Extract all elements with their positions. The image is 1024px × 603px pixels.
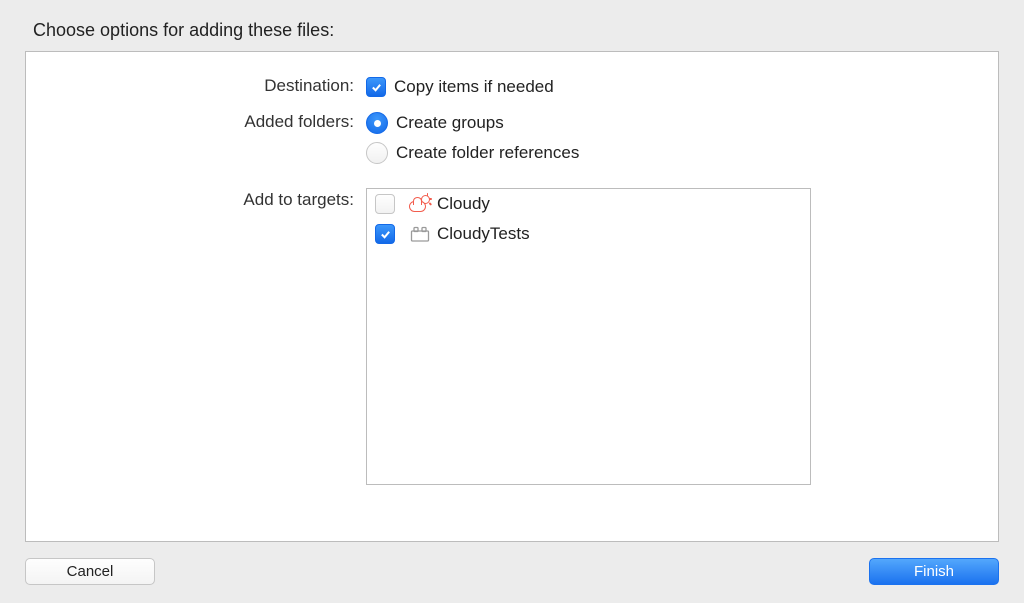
finish-button[interactable]: Finish bbox=[869, 558, 999, 585]
target-checkbox[interactable] bbox=[375, 194, 395, 214]
create-folder-references-label: Create folder references bbox=[396, 143, 579, 163]
add-to-targets-label: Add to targets: bbox=[46, 188, 366, 210]
create-groups-radio[interactable] bbox=[366, 112, 388, 134]
copy-items-checkbox[interactable] bbox=[366, 77, 386, 97]
target-name: Cloudy bbox=[437, 194, 490, 214]
options-panel: Destination: Copy items if needed Added … bbox=[25, 51, 999, 542]
blocks-icon bbox=[409, 224, 431, 244]
dialog-heading: Choose options for adding these files: bbox=[33, 20, 999, 41]
targets-list[interactable]: Cloudy CloudyTest bbox=[366, 188, 811, 485]
copy-items-label: Copy items if needed bbox=[394, 77, 554, 97]
create-folder-references-radio[interactable] bbox=[366, 142, 388, 164]
target-name: CloudyTests bbox=[437, 224, 530, 244]
cancel-button[interactable]: Cancel bbox=[25, 558, 155, 585]
target-row[interactable]: CloudyTests bbox=[367, 219, 810, 249]
create-groups-label: Create groups bbox=[396, 113, 504, 133]
added-folders-label: Added folders: bbox=[46, 110, 366, 132]
target-checkbox[interactable] bbox=[375, 224, 395, 244]
destination-label: Destination: bbox=[46, 74, 366, 96]
cloud-sun-icon bbox=[409, 194, 431, 214]
target-row[interactable]: Cloudy bbox=[367, 189, 810, 219]
